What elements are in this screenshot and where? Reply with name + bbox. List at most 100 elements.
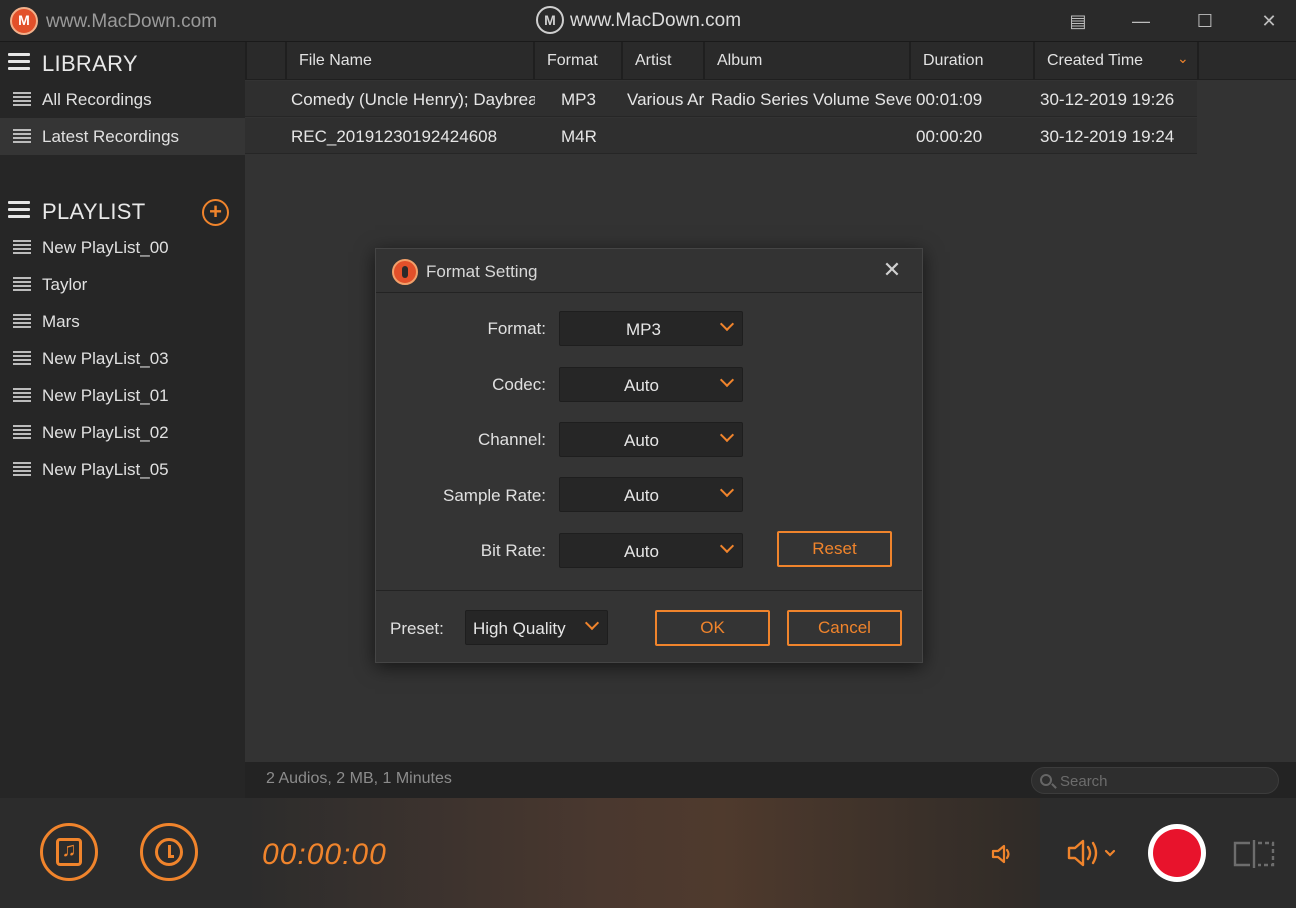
bottom-left-tools xyxy=(0,798,245,908)
player-area: 00:00:00 xyxy=(245,798,1040,908)
format-select[interactable]: MP3 xyxy=(559,311,743,346)
sidebar-item-playlist[interactable]: New PlayList_01 xyxy=(0,377,245,414)
sidebar-item-label: New PlayList_00 xyxy=(42,238,169,257)
list-icon xyxy=(13,425,31,440)
codec-select[interactable]: Auto xyxy=(559,367,743,402)
hamburger-icon[interactable] xyxy=(8,201,30,219)
table-row[interactable]: Comedy (Uncle Henry); Daybrea MP3 Variou… xyxy=(245,81,1197,117)
search-icon xyxy=(1040,774,1052,786)
app-window: www.MacDown.com M www.MacDown.com ▤ — ☐ … xyxy=(0,0,1296,908)
dialog-divider xyxy=(376,590,922,591)
sidebar-item-playlist[interactable]: New PlayList_02 xyxy=(0,414,245,451)
menu-icon[interactable]: ▤ xyxy=(1065,8,1091,34)
sample-rate-label: Sample Rate: xyxy=(443,486,546,505)
column-header-blank xyxy=(245,42,285,80)
column-header-format[interactable]: Format xyxy=(533,42,621,80)
sidebar-item-label: New PlayList_03 xyxy=(42,349,169,368)
list-icon xyxy=(13,388,31,403)
schedule-button[interactable] xyxy=(140,823,198,881)
cell-format: M4R xyxy=(561,127,597,146)
preset-select[interactable]: High Quality xyxy=(465,610,608,645)
music-library-button[interactable] xyxy=(40,823,98,881)
sidebar-item-all-recordings[interactable]: All Recordings xyxy=(0,81,245,118)
bit-rate-select[interactable]: Auto xyxy=(559,533,743,568)
maximize-button[interactable]: ☐ xyxy=(1192,8,1218,34)
sidebar-item-playlist[interactable]: New PlayList_03 xyxy=(0,340,245,377)
watermark-text: www.MacDown.com xyxy=(570,10,742,31)
column-header-created-time[interactable]: Created Time xyxy=(1033,42,1197,80)
format-label: Format: xyxy=(487,319,546,338)
bit-rate-label: Bit Rate: xyxy=(480,541,546,560)
alarm-clock-icon xyxy=(155,838,183,866)
title-bar: www.MacDown.com M www.MacDown.com ▤ — ☐ … xyxy=(0,0,1296,42)
sidebar-item-latest-recordings[interactable]: Latest Recordings xyxy=(0,118,245,155)
cell-file-name: REC_20191230192424608 xyxy=(291,127,498,146)
list-icon xyxy=(13,240,31,255)
sidebar-item-playlist[interactable]: New PlayList_00 xyxy=(0,229,245,266)
chevron-down-icon xyxy=(719,372,735,388)
recording-timer: 00:00:00 xyxy=(262,838,387,871)
channel-select[interactable]: Auto xyxy=(559,422,743,457)
list-icon xyxy=(13,351,31,366)
sidebar-item-label: Latest Recordings xyxy=(42,127,180,146)
cell-duration: 00:00:20 xyxy=(916,127,983,146)
bottom-control-bar: 00:00:00 xyxy=(0,798,1296,908)
record-button[interactable] xyxy=(1148,824,1206,882)
dialog-logo-icon xyxy=(392,259,418,285)
dialog-title: Format Setting xyxy=(426,262,538,281)
column-header-file-name[interactable]: File Name xyxy=(285,42,533,80)
hamburger-icon[interactable] xyxy=(8,53,30,71)
format-value: MP3 xyxy=(626,320,661,339)
table-header: File Name Format Artist Album Duration C… xyxy=(245,42,1296,80)
column-header-artist[interactable]: Artist xyxy=(621,42,703,80)
watermark-logo-icon: M xyxy=(536,6,564,34)
close-window-button[interactable]: ✕ xyxy=(1256,8,1282,34)
preset-value: High Quality xyxy=(473,619,566,638)
sidebar-item-label: Mars xyxy=(42,312,80,331)
system-sound-icon[interactable] xyxy=(990,842,1014,866)
volume-dropdown-icon[interactable] xyxy=(1066,838,1118,868)
library-header: LIBRARY xyxy=(0,44,245,82)
column-header-duration[interactable]: Duration xyxy=(909,42,1033,80)
sidebar-item-playlist[interactable]: Taylor xyxy=(0,266,245,303)
sidebar-item-playlist[interactable]: Mars xyxy=(0,303,245,340)
chevron-down-icon xyxy=(719,316,735,332)
bit-rate-value: Auto xyxy=(624,542,659,561)
bottom-right-tools xyxy=(1040,798,1296,908)
add-playlist-button[interactable]: + xyxy=(202,199,229,226)
column-header-album[interactable]: Album xyxy=(703,42,909,80)
sidebar: LIBRARY All Recordings Latest Recordings… xyxy=(0,42,245,798)
playlist-title: PLAYLIST xyxy=(42,199,146,224)
sort-chevron-icon[interactable]: ⌄ xyxy=(1177,50,1189,67)
split-view-icon[interactable] xyxy=(1232,840,1276,868)
sample-rate-select[interactable]: Auto xyxy=(559,477,743,512)
cell-duration: 00:01:09 xyxy=(916,90,983,109)
column-header-filler xyxy=(1197,42,1296,80)
sample-rate-value: Auto xyxy=(624,486,659,505)
sidebar-item-label: New PlayList_02 xyxy=(42,423,169,442)
list-icon xyxy=(13,462,31,477)
cancel-button[interactable]: Cancel xyxy=(787,610,902,646)
sidebar-item-label: Taylor xyxy=(42,275,88,294)
search-input[interactable] xyxy=(1060,771,1260,791)
cell-created-time: 30-12-2019 19:24 xyxy=(1040,127,1175,146)
search-box[interactable] xyxy=(1031,767,1279,794)
app-title: www.MacDown.com xyxy=(46,11,218,32)
ok-button[interactable]: OK xyxy=(655,610,770,646)
list-icon xyxy=(13,314,31,329)
minimize-button[interactable]: — xyxy=(1128,8,1154,34)
codec-label: Codec: xyxy=(492,375,546,394)
status-bar: 2 Audios, 2 MB, 1 Minutes xyxy=(245,762,1296,798)
dialog-header: Format Setting ✕ xyxy=(376,249,922,293)
music-note-icon xyxy=(56,838,82,866)
dialog-close-button[interactable]: ✕ xyxy=(879,257,905,283)
sidebar-item-label: New PlayList_05 xyxy=(42,460,169,479)
table-row[interactable]: REC_20191230192424608 M4R 00:00:20 30-12… xyxy=(245,118,1197,154)
sidebar-item-label: New PlayList_01 xyxy=(42,386,169,405)
sidebar-item-playlist[interactable]: New PlayList_05 xyxy=(0,451,245,488)
cell-artist: Various Ar xyxy=(627,90,705,109)
library-summary: 2 Audios, 2 MB, 1 Minutes xyxy=(266,770,452,787)
channel-label: Channel: xyxy=(477,430,546,449)
format-setting-dialog: Format Setting ✕ Format: MP3 Codec: Auto… xyxy=(375,248,923,663)
reset-button[interactable]: Reset xyxy=(777,531,892,567)
